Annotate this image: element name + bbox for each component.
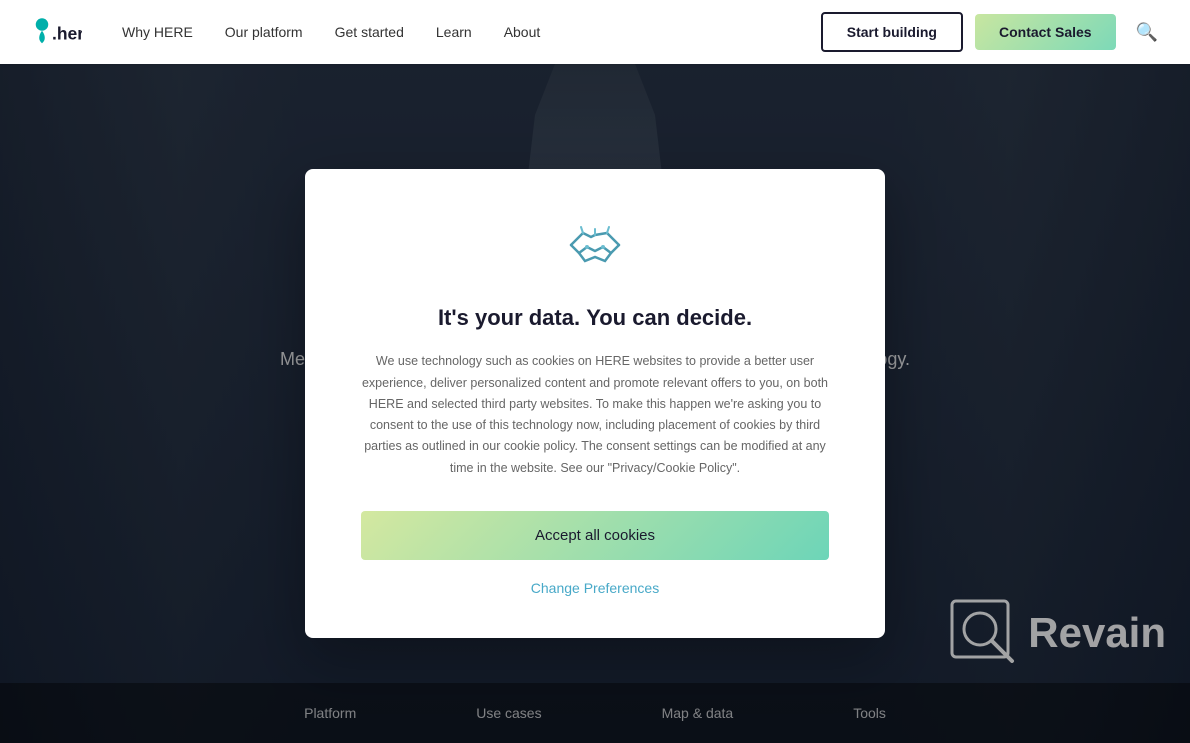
- logo[interactable]: .here: [32, 14, 82, 50]
- start-building-button[interactable]: Start building: [821, 12, 963, 52]
- nav-link-about[interactable]: About: [504, 24, 541, 40]
- hero-section: Create smartsolutions simply Meet your n…: [0, 64, 1190, 743]
- cookie-modal-overlay: It's your data. You can decide. We use t…: [0, 64, 1190, 743]
- handshake-icon: [563, 217, 627, 281]
- search-icon[interactable]: 🔍: [1136, 22, 1158, 43]
- navbar: .here Why HERE Our platform Get started …: [0, 0, 1190, 64]
- cookie-modal-body: We use technology such as cookies on HER…: [361, 351, 829, 479]
- nav-link-why-here[interactable]: Why HERE: [122, 24, 193, 40]
- nav-links: Why HERE Our platform Get started Learn …: [122, 24, 821, 40]
- contact-sales-button[interactable]: Contact Sales: [975, 14, 1116, 50]
- nav-right: Start building Contact Sales 🔍: [821, 12, 1158, 52]
- change-preferences-link[interactable]: Change Preferences: [531, 580, 659, 596]
- nav-link-learn[interactable]: Learn: [436, 24, 472, 40]
- cookie-title-bold: You can decide.: [586, 305, 752, 330]
- cookie-title-plain: It's your data.: [438, 305, 586, 330]
- cookie-modal-title: It's your data. You can decide.: [361, 305, 829, 331]
- accept-cookies-button[interactable]: Accept all cookies: [361, 511, 829, 560]
- svg-text:.here: .here: [52, 24, 82, 44]
- nav-link-our-platform[interactable]: Our platform: [225, 24, 303, 40]
- nav-link-get-started[interactable]: Get started: [335, 24, 404, 40]
- cookie-modal: It's your data. You can decide. We use t…: [305, 169, 885, 638]
